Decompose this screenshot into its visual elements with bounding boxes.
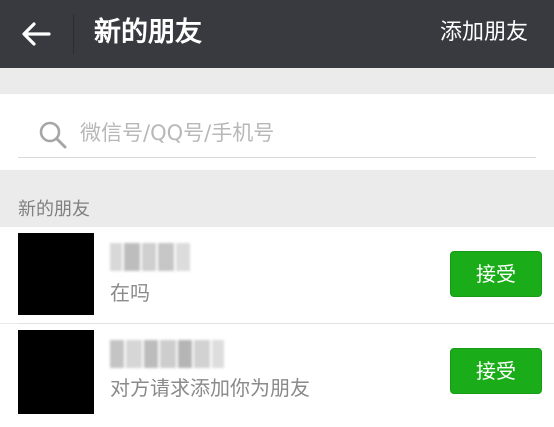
avatar xyxy=(18,330,94,414)
title-bar: 新的朋友 添加朋友 xyxy=(0,0,554,68)
section-header: 新的朋友 xyxy=(18,199,90,220)
accept-button[interactable]: 接受 xyxy=(450,251,542,297)
friend-request-row[interactable]: 在吗 接受 xyxy=(0,227,554,323)
search-icon xyxy=(39,121,67,149)
arrow-left-icon xyxy=(22,22,51,46)
add-friend-button[interactable]: 添加朋友 xyxy=(440,18,528,48)
title-divider xyxy=(73,14,74,54)
search-box[interactable] xyxy=(18,110,536,158)
friend-message: 在吗 xyxy=(110,281,150,305)
accept-button[interactable]: 接受 xyxy=(450,348,542,394)
friend-message: 对方请求添加你为朋友 xyxy=(110,376,310,400)
back-button[interactable] xyxy=(14,14,58,54)
search-input[interactable] xyxy=(80,116,520,150)
friend-name-redacted xyxy=(110,243,190,271)
friend-request-row[interactable]: 对方请求添加你为朋友 接受 xyxy=(0,324,554,427)
avatar xyxy=(18,233,94,315)
search-panel xyxy=(0,94,554,170)
friend-name-redacted xyxy=(110,340,224,368)
page-title: 新的朋友 xyxy=(94,17,202,48)
